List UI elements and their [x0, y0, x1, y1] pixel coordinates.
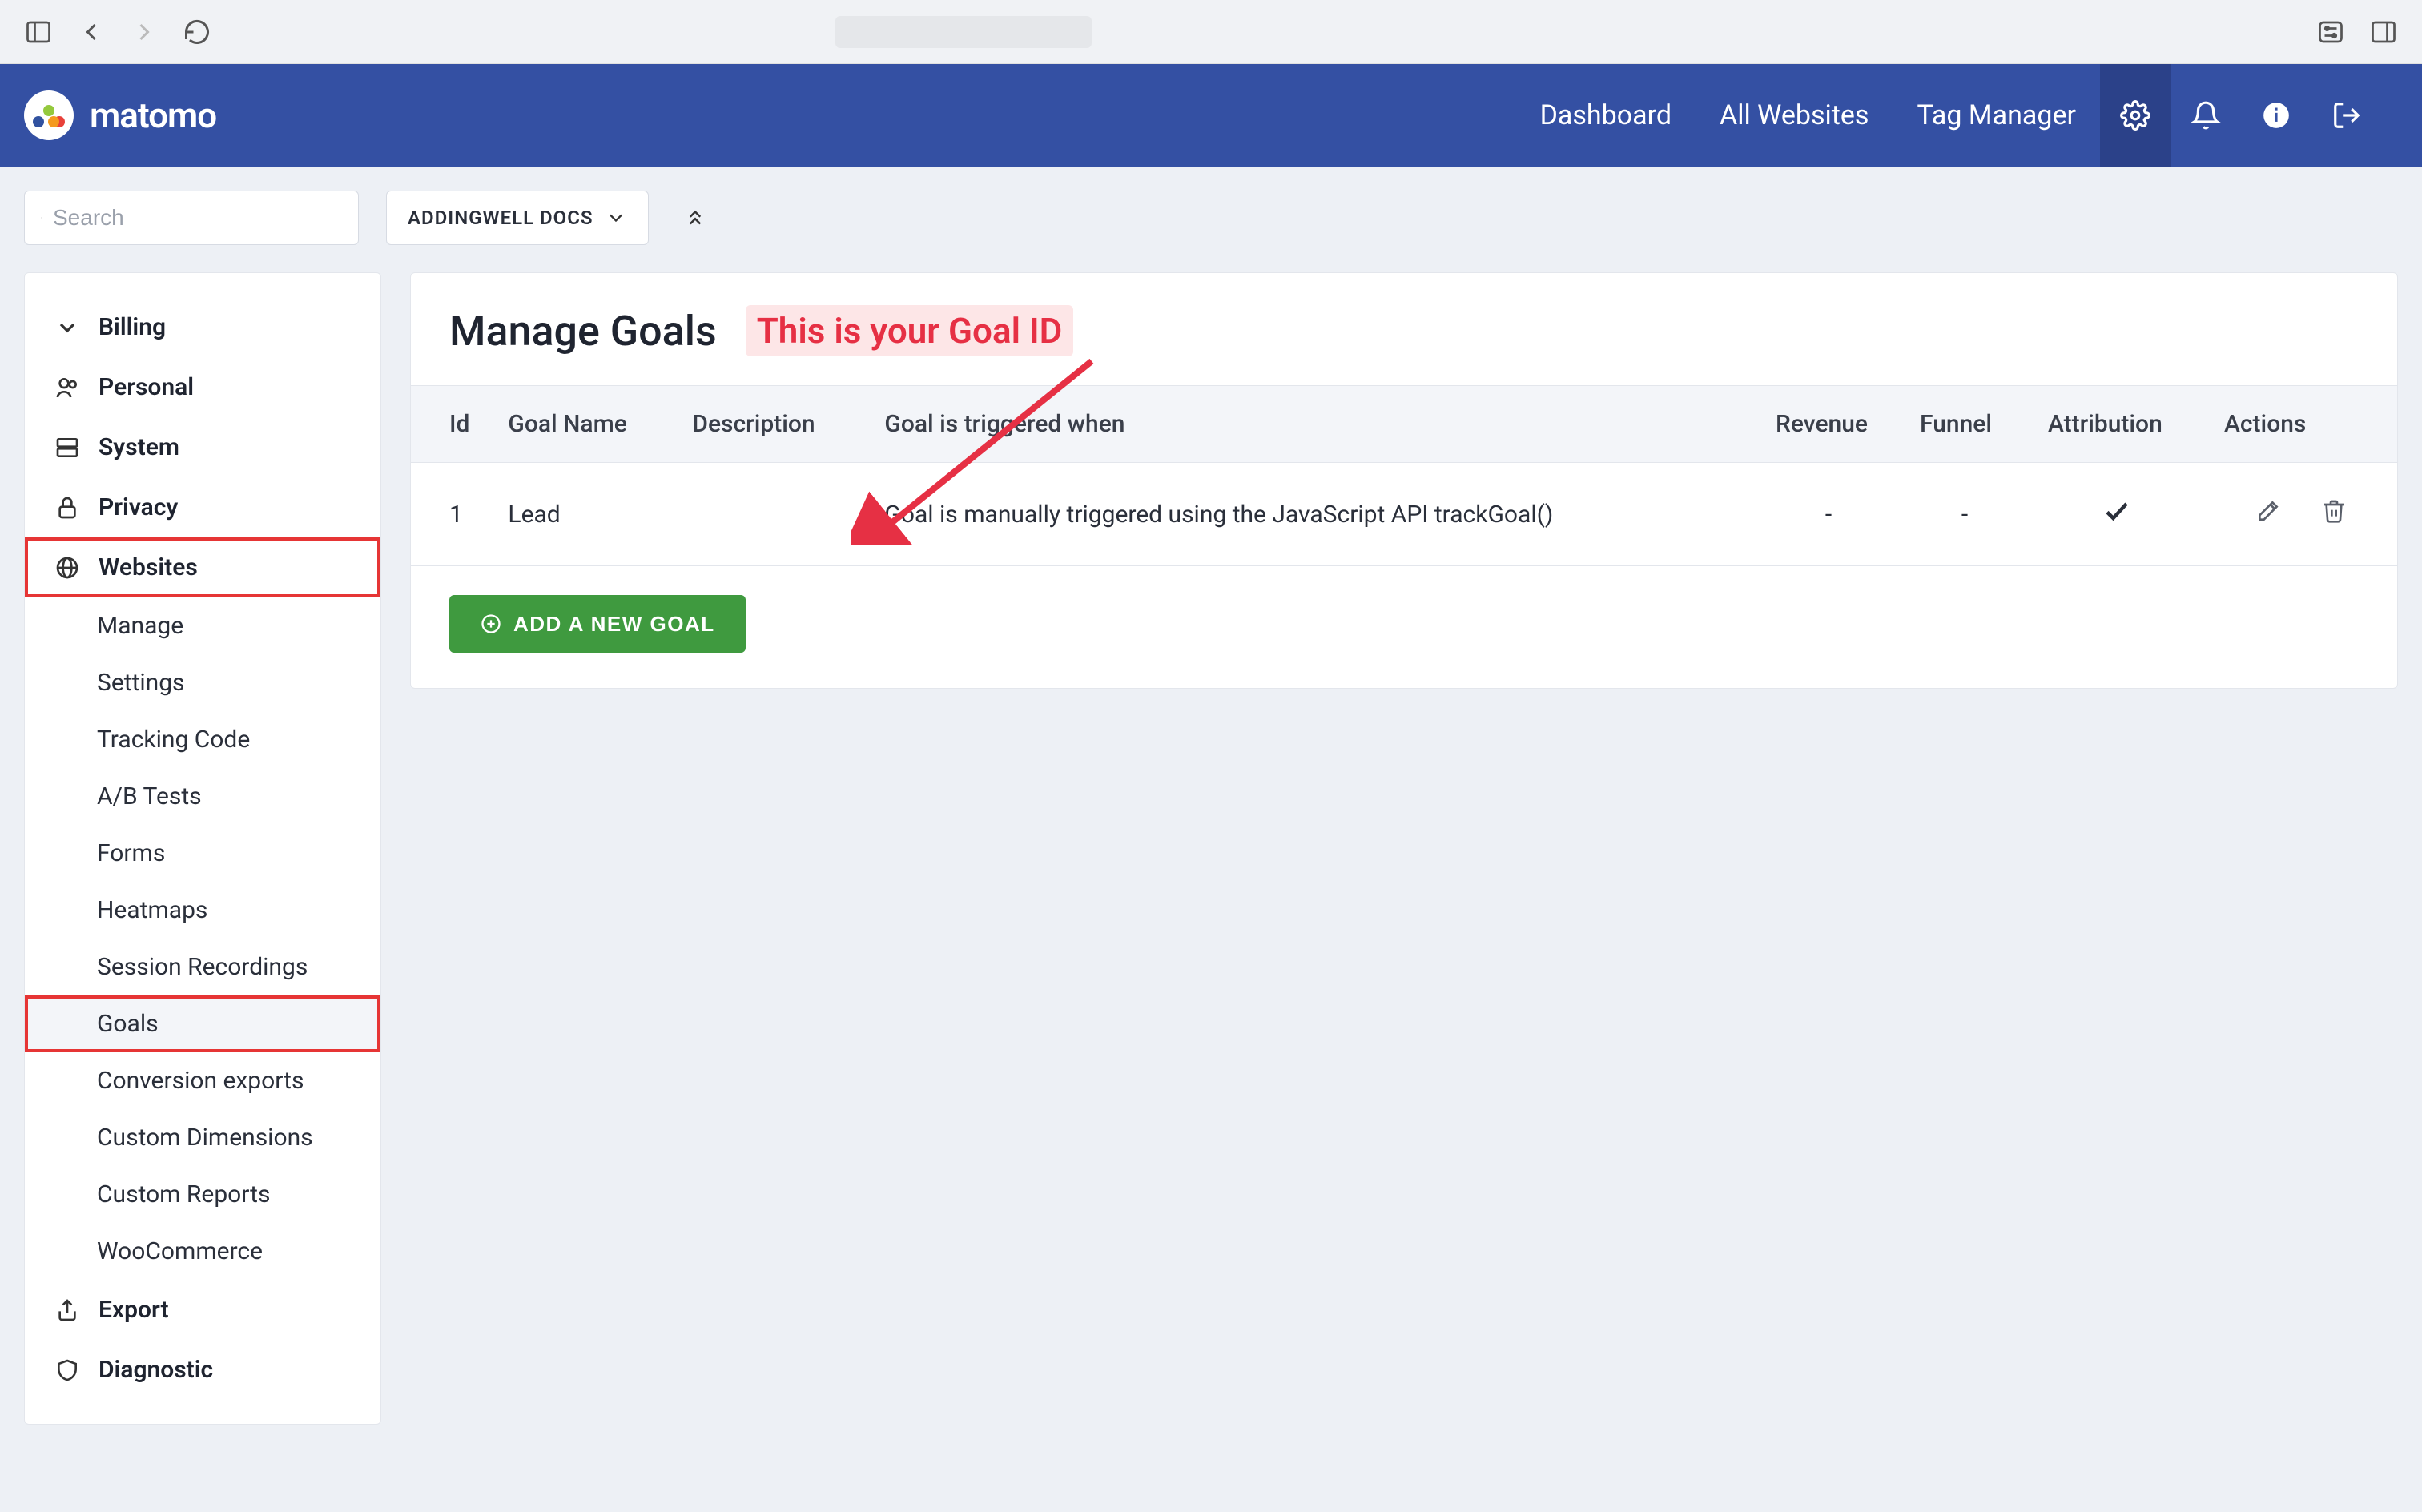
cell-funnel: - [1901, 463, 2029, 566]
site-selector[interactable]: ADDINGWELL DOCS [386, 191, 649, 245]
info-icon[interactable] [2241, 64, 2311, 167]
cell-name: Lead [489, 463, 673, 566]
search-wrap[interactable] [24, 191, 359, 245]
browser-url-bar[interactable] [835, 16, 1092, 48]
browser-panel-icon[interactable] [2369, 18, 2398, 46]
sidebar-section-diagnostic[interactable]: Diagnostic [25, 1340, 380, 1400]
app-header: matomo Dashboard All Websites Tag Manage… [0, 64, 2422, 167]
globe-icon [54, 554, 81, 581]
header-nav: Dashboard All Websites Tag Manager [1516, 64, 2100, 167]
sidebar-item-conversion-exports[interactable]: Conversion exports [25, 1052, 380, 1109]
col-header-attribution: Attribution [2029, 386, 2205, 463]
sidebar-label: Billing [99, 313, 166, 341]
sidebar-section-websites[interactable]: Websites [25, 537, 380, 597]
sidebar-section-privacy[interactable]: Privacy [25, 477, 380, 537]
sidebar-label: Diagnostic [99, 1356, 213, 1384]
check-icon [2102, 504, 2131, 532]
sidebar-item-goals[interactable]: Goals [25, 995, 380, 1052]
browser-forward-icon [130, 18, 159, 46]
search-input[interactable] [53, 205, 342, 231]
col-header-funnel: Funnel [1901, 386, 2029, 463]
brand-name: matomo [90, 94, 216, 136]
shield-icon [54, 1357, 81, 1384]
col-header-actions: Actions [2205, 386, 2397, 463]
notifications-bell-icon[interactable] [2171, 64, 2241, 167]
cell-attribution [2029, 463, 2205, 566]
export-icon [54, 1297, 81, 1324]
sidebar-section-export[interactable]: Export [25, 1280, 380, 1340]
chevrons-up-icon [683, 206, 707, 230]
browser-back-icon[interactable] [77, 18, 106, 46]
nav-all-websites[interactable]: All Websites [1696, 64, 1893, 167]
col-header-description: Description [673, 386, 865, 463]
browser-reload-icon[interactable] [183, 18, 211, 46]
users-icon [54, 374, 81, 401]
main-panel: Manage Goals This is your Goal ID Id Goa… [410, 272, 2398, 689]
subheader: ADDINGWELL DOCS [0, 167, 2422, 245]
sidebar-label: Websites [99, 553, 198, 581]
server-icon [54, 434, 81, 461]
cell-id: 1 [411, 463, 489, 566]
sidebar-section-personal[interactable]: Personal [25, 357, 380, 417]
goals-table: Id Goal Name Description Goal is trigger… [411, 385, 2397, 566]
lock-icon [54, 494, 81, 521]
sidebar-item-settings[interactable]: Settings [25, 654, 380, 711]
sidebar-label: System [99, 433, 179, 461]
sidebar-section-system[interactable]: System [25, 417, 380, 477]
sidebar-section-billing[interactable]: Billing [25, 297, 380, 357]
settings-gear-icon[interactable] [2100, 64, 2171, 167]
cell-triggered: Goal is manually triggered using the Jav… [865, 463, 1756, 566]
sidebar-item-tracking-code[interactable]: Tracking Code [25, 711, 380, 768]
browser-toggles-icon[interactable] [2316, 18, 2345, 46]
sidebar-item-ab-tests[interactable]: A/B Tests [25, 768, 380, 825]
sidebar-item-woocommerce[interactable]: WooCommerce [25, 1223, 380, 1280]
sidebar-label: Personal [99, 373, 194, 401]
col-header-id: Id [411, 386, 489, 463]
nav-dashboard[interactable]: Dashboard [1516, 64, 1696, 167]
edit-icon[interactable] [2255, 498, 2281, 524]
sidebar-label: Export [99, 1296, 169, 1324]
search-icon [41, 206, 42, 230]
add-goal-button[interactable]: ADD A NEW GOAL [449, 595, 746, 653]
cell-revenue: - [1756, 463, 1901, 566]
browser-sidebar-icon[interactable] [24, 18, 53, 46]
col-header-revenue: Revenue [1756, 386, 1901, 463]
sidebar-item-custom-dimensions[interactable]: Custom Dimensions [25, 1109, 380, 1166]
plus-circle-icon [480, 613, 502, 635]
cell-description [673, 463, 865, 566]
col-header-name: Goal Name [489, 386, 673, 463]
page-title: Manage Goals [449, 307, 717, 356]
sidebar-item-session-recordings[interactable]: Session Recordings [25, 939, 380, 995]
nav-tag-manager[interactable]: Tag Manager [1893, 64, 2100, 167]
brand-logo-mark [24, 90, 74, 140]
table-row: 1 Lead Goal is manually triggered using … [411, 463, 2397, 566]
sidebar-item-custom-reports[interactable]: Custom Reports [25, 1166, 380, 1223]
site-selector-label: ADDINGWELL DOCS [408, 207, 593, 229]
add-goal-label: ADD A NEW GOAL [513, 612, 715, 637]
admin-sidebar: Billing Personal System Privacy Websites… [24, 272, 381, 1425]
logout-icon[interactable] [2311, 64, 2382, 167]
delete-icon[interactable] [2321, 498, 2347, 524]
cell-actions [2205, 463, 2397, 566]
sidebar-item-forms[interactable]: Forms [25, 825, 380, 882]
chevron-down-icon [54, 314, 81, 341]
sidebar-item-manage[interactable]: Manage [25, 597, 380, 654]
collapse-button[interactable] [681, 203, 710, 232]
brand-logo[interactable]: matomo [24, 90, 216, 140]
browser-chrome [0, 0, 2422, 64]
sidebar-label: Privacy [99, 493, 178, 521]
col-header-triggered: Goal is triggered when [865, 386, 1756, 463]
sidebar-item-heatmaps[interactable]: Heatmaps [25, 882, 380, 939]
chevron-down-icon [605, 207, 627, 229]
callout-annotation: This is your Goal ID [746, 305, 1074, 356]
